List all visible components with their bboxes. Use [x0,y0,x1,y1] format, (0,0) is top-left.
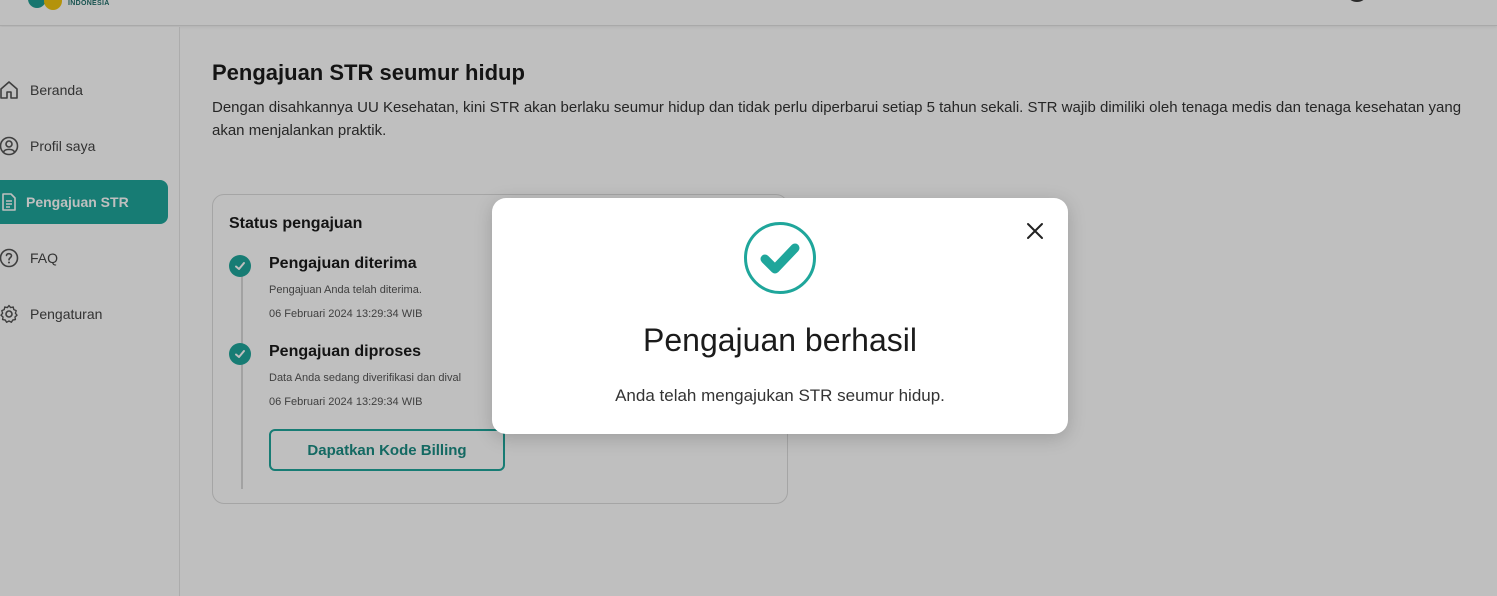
close-icon[interactable] [1022,218,1048,244]
modal-message: Anda telah mengajukan STR seumur hidup. [615,386,945,405]
modal-title: Pengajuan berhasil [643,322,917,358]
success-modal: Pengajuan berhasil Anda telah mengajukan… [492,198,1068,434]
success-check-icon [743,221,817,295]
